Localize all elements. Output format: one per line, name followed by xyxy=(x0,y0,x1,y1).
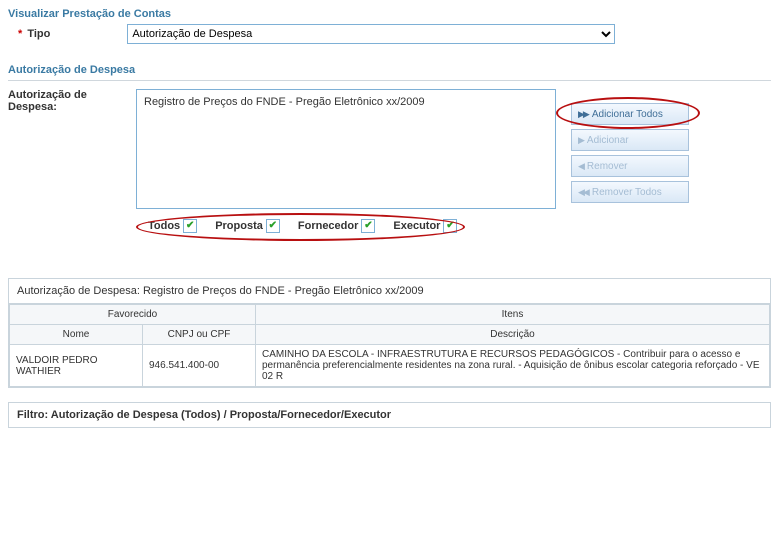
col-itens: Itens xyxy=(256,305,770,325)
results-table: Favorecido Itens Nome CNPJ ou CPF Descri… xyxy=(9,304,770,387)
col-cnpj: CNPJ ou CPF xyxy=(143,325,256,345)
auth-label: Autorização de Despesa: xyxy=(8,89,136,113)
check-executor[interactable]: Executor ✔ xyxy=(393,219,457,233)
remover-todos-button[interactable]: ◀◀ Remover Todos xyxy=(571,181,689,203)
page-title: Visualizar Prestação de Contas xyxy=(8,8,771,20)
play-left-icon: ◀ xyxy=(578,161,583,172)
col-nome: Nome xyxy=(10,325,143,345)
col-favorecido: Favorecido xyxy=(10,305,256,325)
adicionar-button[interactable]: ▶ Adicionar xyxy=(571,129,689,151)
cell-cnpj: 946.541.400-00 xyxy=(143,345,256,387)
cell-descricao: CAMINHO DA ESCOLA - INFRAESTRUTURA E REC… xyxy=(256,345,770,387)
check-proposta[interactable]: Proposta ✔ xyxy=(215,219,280,233)
rewind-icon: ◀◀ xyxy=(578,187,588,198)
remover-button[interactable]: ◀ Remover xyxy=(571,155,689,177)
check-todos[interactable]: Todos ✔ xyxy=(148,219,197,233)
check-proposta-label: Proposta xyxy=(215,220,263,232)
adicionar-todos-label: Adicionar Todos xyxy=(592,109,663,120)
tipo-select[interactable]: Autorização de Despesa xyxy=(127,24,615,44)
tipo-field-label: Tipo xyxy=(27,28,117,40)
adicionar-todos-button[interactable]: ▶▶ Adicionar Todos xyxy=(571,103,689,125)
remover-todos-label: Remover Todos xyxy=(592,187,662,198)
adicionar-label: Adicionar xyxy=(587,135,629,146)
required-asterisk: * xyxy=(18,28,22,40)
check-icon: ✔ xyxy=(183,219,197,233)
auth-listbox[interactable]: Registro de Preços do FNDE - Pregão Elet… xyxy=(136,89,556,209)
fast-forward-icon: ▶▶ xyxy=(578,109,588,120)
filter-bar: Filtro: Autorização de Despesa (Todos) /… xyxy=(8,402,771,428)
table-row: VALDOIR PEDRO WATHIER 946.541.400-00 CAM… xyxy=(10,345,770,387)
check-icon: ✔ xyxy=(266,219,280,233)
check-fornecedor-label: Fornecedor xyxy=(298,220,359,232)
check-icon: ✔ xyxy=(443,219,457,233)
cell-nome: VALDOIR PEDRO WATHIER xyxy=(10,345,143,387)
results-panel: Autorização de Despesa: Registro de Preç… xyxy=(8,278,771,388)
auth-list-item[interactable]: Registro de Preços do FNDE - Pregão Elet… xyxy=(141,94,551,110)
check-executor-label: Executor xyxy=(393,220,440,232)
check-icon: ✔ xyxy=(361,219,375,233)
play-icon: ▶ xyxy=(578,135,583,146)
col-descricao: Descrição xyxy=(256,325,770,345)
remover-label: Remover xyxy=(587,161,628,172)
check-todos-label: Todos xyxy=(148,220,180,232)
section-title: Autorização de Despesa xyxy=(8,64,771,76)
tipo-label: * Tipo xyxy=(18,28,117,40)
results-panel-header: Autorização de Despesa: Registro de Preç… xyxy=(9,279,770,304)
check-fornecedor[interactable]: Fornecedor ✔ xyxy=(298,219,376,233)
